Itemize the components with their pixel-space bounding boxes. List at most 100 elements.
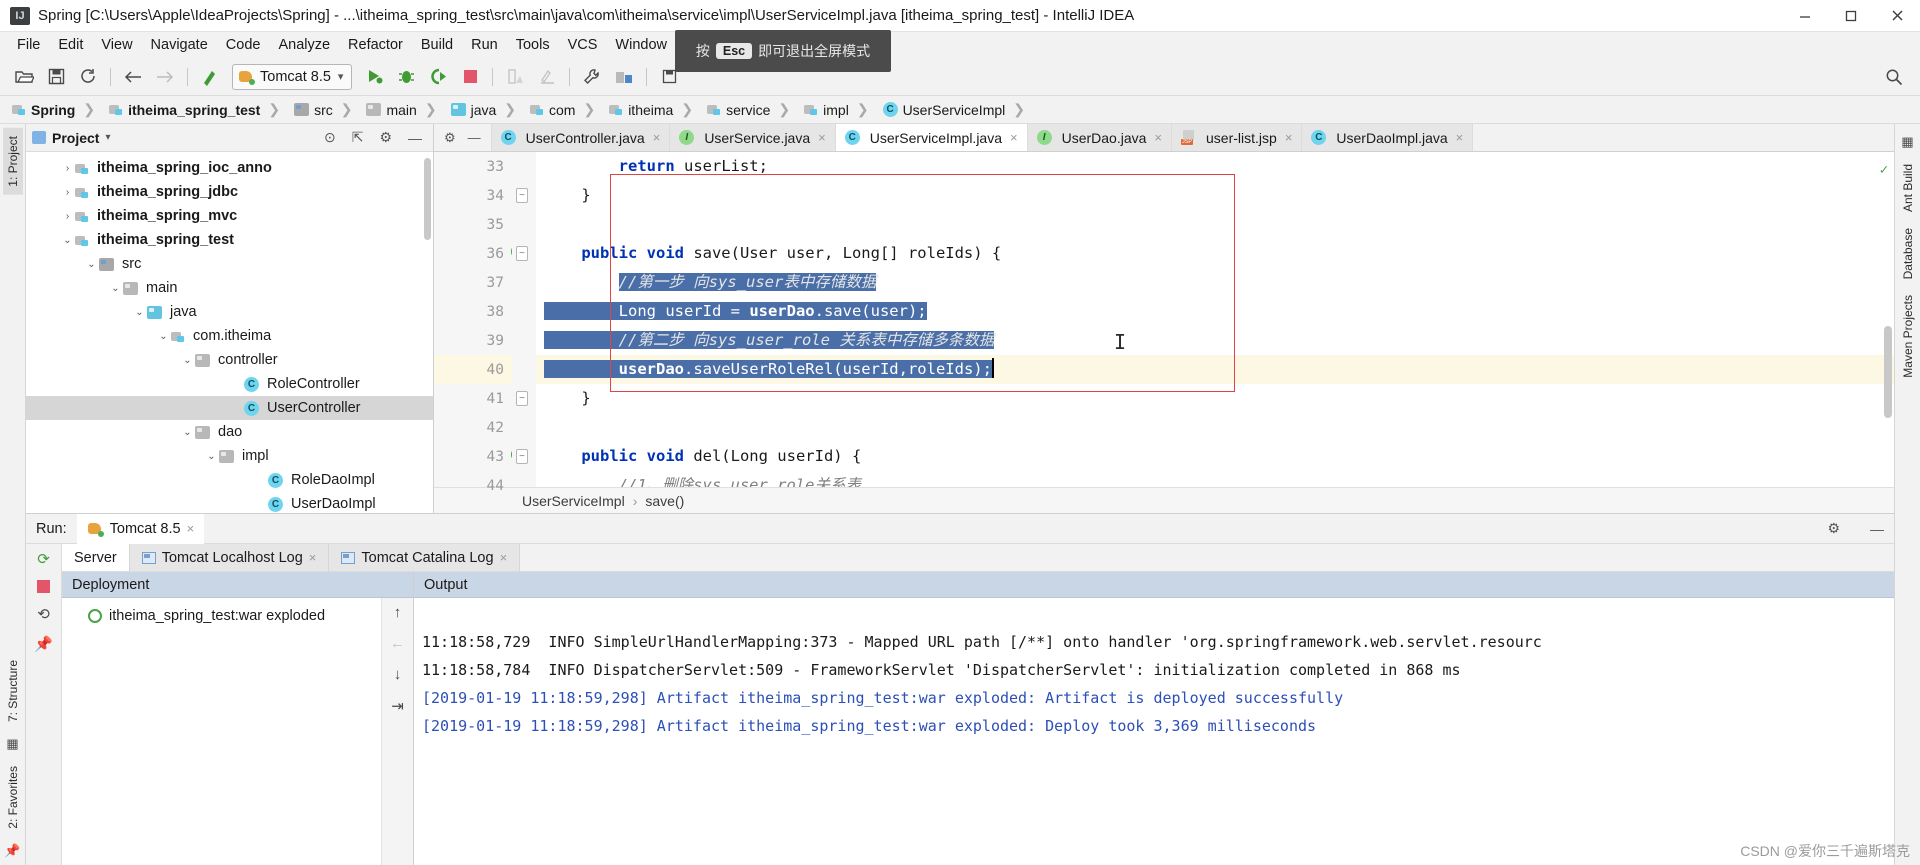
tree-row[interactable]: ⌄ dao xyxy=(26,420,433,444)
sidebar-item-favorites[interactable]: 2: Favorites xyxy=(3,758,23,837)
run-tab-tomcat[interactable]: Tomcat 8.5 × xyxy=(76,513,205,544)
editor-tab-userdaoimpl[interactable]: C UserDaoImpl.java × xyxy=(1302,124,1474,151)
chevron-down-icon[interactable]: ⌄ xyxy=(156,331,171,342)
breadcrumb-item-service[interactable]: service ❯ xyxy=(703,99,800,121)
editor-gutter[interactable]: 33 34 35 36 I ↑ 37 38 xyxy=(434,152,536,494)
minimize-button[interactable] xyxy=(1782,0,1828,32)
breadcrumb-item-main[interactable]: main ❯ xyxy=(362,99,446,121)
stop-icon[interactable] xyxy=(37,580,50,593)
sidebar-item-database[interactable]: Database xyxy=(1898,220,1918,287)
breadcrumb-item-src[interactable]: src ❯ xyxy=(290,99,362,121)
menu-item-file[interactable]: File xyxy=(8,34,49,56)
editor-fold-column[interactable]: − − − − xyxy=(512,152,536,487)
chevron-down-icon[interactable]: ⌄ xyxy=(132,307,147,318)
menu-item-analyze[interactable]: Analyze xyxy=(269,34,339,56)
gear-icon[interactable]: ⚙ xyxy=(374,129,397,146)
tree-row[interactable]: › itheima_spring_ioc_anno xyxy=(26,156,433,180)
menu-item-code[interactable]: Code xyxy=(217,34,270,56)
close-icon[interactable]: × xyxy=(818,130,826,145)
editor-tab-userservice[interactable]: I UserService.java × xyxy=(670,124,836,151)
code-text-area[interactable]: return userList; } public void save(User… xyxy=(536,152,1894,487)
rerun-icon[interactable]: ⟳ xyxy=(37,550,50,568)
scroll-from-source-icon[interactable]: ⊙ xyxy=(319,129,341,146)
breadcrumb-item-impl[interactable]: impl ❯ xyxy=(800,99,878,121)
console-output[interactable]: 11:18:58,729 INFO SimpleUrlHandlerMappin… xyxy=(414,598,1894,865)
project-tree[interactable]: › itheima_spring_ioc_anno › itheima_spri… xyxy=(26,152,433,513)
restart-icon[interactable]: ⟲ xyxy=(37,605,50,623)
sidebar-item-structure[interactable]: 7: Structure xyxy=(3,652,23,730)
sidebar-item-project[interactable]: 1: Project xyxy=(2,128,23,195)
tree-row[interactable]: ⌄ com.itheima xyxy=(26,324,433,348)
structure-grid-icon[interactable]: ▦ xyxy=(6,736,18,752)
pin-icon[interactable]: 📌 xyxy=(4,843,20,859)
menu-item-view[interactable]: View xyxy=(92,34,141,56)
menu-item-window[interactable]: Window xyxy=(606,34,676,56)
fold-marker-36[interactable]: − xyxy=(516,246,528,261)
menu-item-run[interactable]: Run xyxy=(462,34,507,56)
ant-build-grid-icon[interactable]: ▦ xyxy=(1901,134,1913,150)
close-icon[interactable]: × xyxy=(500,550,508,565)
breadcrumb-item-com[interactable]: com ❯ xyxy=(526,99,605,121)
close-icon[interactable]: × xyxy=(309,550,317,565)
breadcrumb-item-class[interactable]: C UserServiceImpl ❯ xyxy=(879,99,1035,121)
chevron-down-icon[interactable]: ⌄ xyxy=(180,355,195,366)
editor-tab-usercontroller[interactable]: C UserController.java × xyxy=(491,124,671,151)
chevron-down-icon[interactable]: ⌄ xyxy=(84,259,99,270)
tree-row[interactable]: ⌄ src xyxy=(26,252,433,276)
chevron-right-icon[interactable]: › xyxy=(60,211,75,222)
sub-tab-server[interactable]: Server xyxy=(62,544,130,571)
tree-row[interactable]: › itheima_spring_jdbc xyxy=(26,180,433,204)
breadcrumb-class[interactable]: UserServiceImpl xyxy=(522,493,625,509)
close-icon[interactable]: × xyxy=(1456,130,1464,145)
stop-icon[interactable] xyxy=(456,63,484,91)
fold-marker-41[interactable]: − xyxy=(516,391,528,406)
up-arrow-icon[interactable]: ↑ xyxy=(394,604,402,621)
editor-tab-userlistjsp[interactable]: user-list.jsp × xyxy=(1172,124,1303,151)
breadcrumb-item-itheima[interactable]: itheima ❯ xyxy=(605,99,703,121)
chevron-right-icon[interactable]: › xyxy=(60,163,75,174)
menu-item-tools[interactable]: Tools xyxy=(507,34,559,56)
fold-marker-34[interactable]: − xyxy=(516,188,528,203)
close-icon[interactable]: × xyxy=(1285,130,1293,145)
editor-tab-userdao[interactable]: I UserDao.java × xyxy=(1027,124,1173,151)
vcs-update-icon[interactable] xyxy=(196,63,224,91)
hide-editor-icon[interactable]: — xyxy=(468,130,481,145)
close-icon[interactable]: × xyxy=(1154,130,1162,145)
wrap-icon[interactable]: ⇥ xyxy=(391,697,404,715)
chevron-down-icon[interactable]: ⌄ xyxy=(108,283,123,294)
project-structure-icon[interactable] xyxy=(610,63,638,91)
tree-row[interactable]: ⌄ java xyxy=(26,300,433,324)
tree-row[interactable]: › C RoleDaoImpl xyxy=(26,468,433,492)
tree-row[interactable]: › itheima_spring_mvc xyxy=(26,204,433,228)
chevron-down-icon[interactable]: ▾ xyxy=(105,132,110,143)
tree-row[interactable]: ⌄ controller xyxy=(26,348,433,372)
back-arrow-icon[interactable] xyxy=(119,63,147,91)
sync-icon[interactable] xyxy=(74,63,102,91)
breadcrumb-method[interactable]: save() xyxy=(645,493,684,509)
breadcrumb-item-java[interactable]: java ❯ xyxy=(447,99,526,121)
tree-row[interactable]: ⌄ main xyxy=(26,276,433,300)
close-button[interactable] xyxy=(1874,0,1920,32)
run-with-coverage-icon[interactable] xyxy=(424,63,452,91)
tree-row[interactable]: › C UserDaoImpl xyxy=(26,492,433,513)
editor-vertical-scrollbar[interactable] xyxy=(1884,326,1892,418)
project-tree-scrollbar[interactable] xyxy=(424,158,431,240)
breadcrumb-item-module[interactable]: itheima_spring_test ❯ xyxy=(105,99,290,121)
menu-item-navigate[interactable]: Navigate xyxy=(142,34,217,56)
close-icon[interactable]: × xyxy=(653,130,661,145)
sub-tab-tomcat-catalina-log[interactable]: Tomcat Catalina Log × xyxy=(329,544,521,571)
hide-icon[interactable]: — xyxy=(1860,521,1894,537)
editor-tab-userserviceimpl[interactable]: C UserServiceImpl.java × xyxy=(835,124,1028,151)
chevron-down-icon[interactable]: ⌄ xyxy=(180,427,195,438)
run-icon[interactable] xyxy=(360,63,388,91)
tree-row[interactable]: ⌄ itheima_spring_test xyxy=(26,228,433,252)
sidebar-item-maven-projects[interactable]: Maven Projects xyxy=(1898,287,1918,386)
sub-tab-tomcat-localhost-log[interactable]: Tomcat Localhost Log × xyxy=(129,544,330,571)
menu-item-build[interactable]: Build xyxy=(412,34,462,56)
menu-item-edit[interactable]: Edit xyxy=(49,34,92,56)
close-icon[interactable]: × xyxy=(187,521,195,536)
menu-item-refactor[interactable]: Refactor xyxy=(339,34,412,56)
gear-icon[interactable]: ⚙ xyxy=(1817,520,1850,537)
collapse-all-icon[interactable]: ⇱ xyxy=(347,129,369,146)
run-configuration-selector[interactable]: Tomcat 8.5 ▾ xyxy=(232,63,353,90)
